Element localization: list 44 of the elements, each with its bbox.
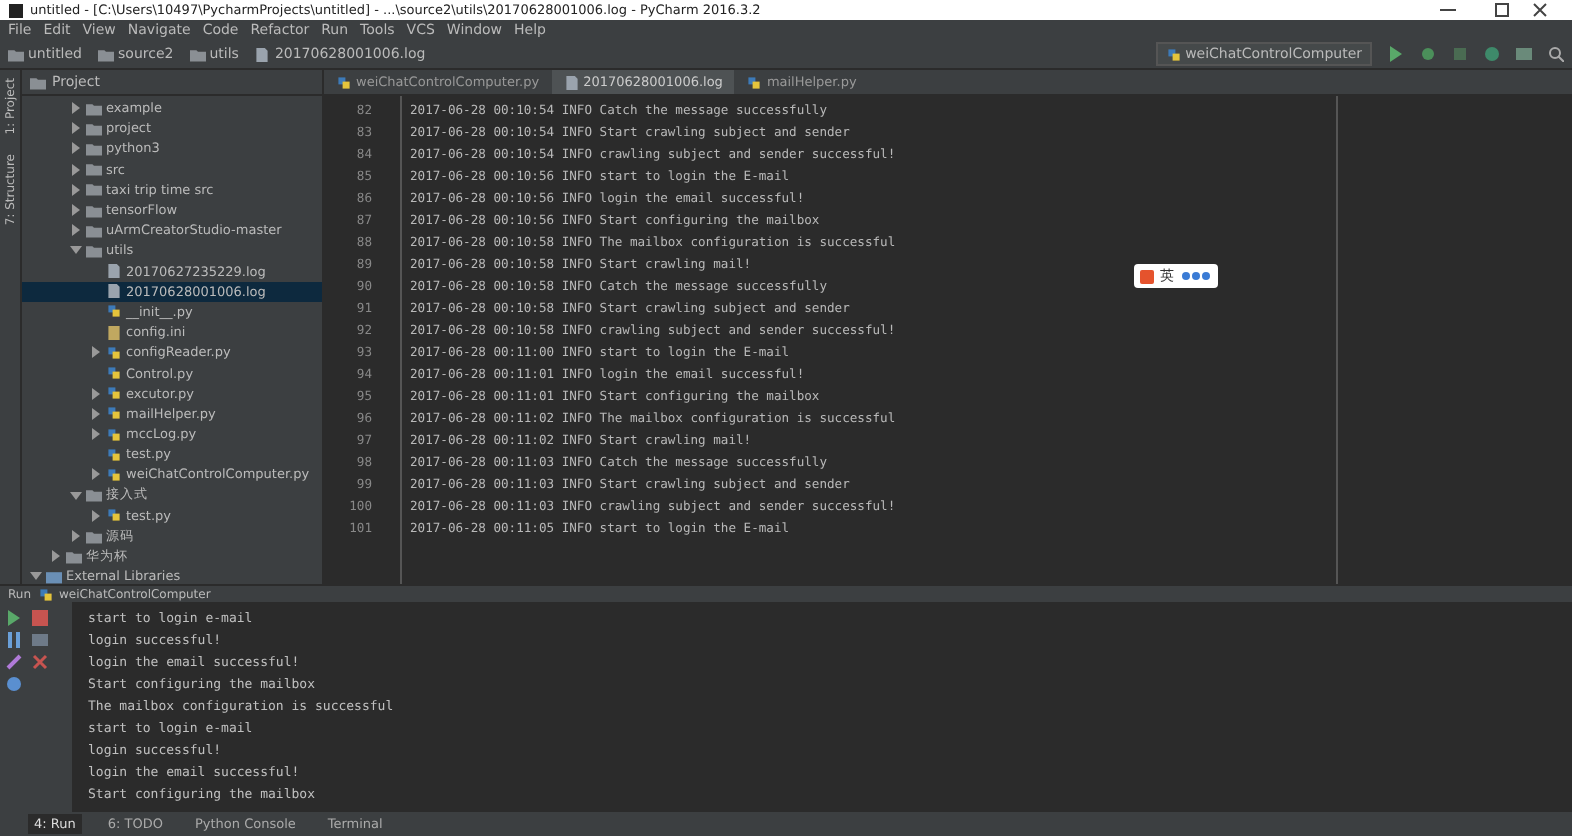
collapse-arrow-icon[interactable] <box>70 204 82 217</box>
collapse-arrow-icon[interactable] <box>90 468 102 481</box>
config-file-icon <box>106 325 122 340</box>
expand-arrow-icon[interactable] <box>70 244 82 257</box>
expand-arrow-icon[interactable] <box>30 570 42 583</box>
debug-icon[interactable] <box>1420 46 1436 62</box>
search-icon[interactable] <box>1548 46 1564 62</box>
restore-icon[interactable] <box>1494 2 1510 18</box>
collapse-arrow-icon[interactable] <box>70 183 82 196</box>
collapse-arrow-icon[interactable] <box>70 163 82 176</box>
python-file-icon <box>1165 47 1182 61</box>
structure-icon[interactable] <box>1516 46 1532 62</box>
python-file-icon <box>746 75 763 89</box>
folder-icon <box>98 47 115 61</box>
folder-icon <box>86 488 102 503</box>
app-icon <box>8 3 24 17</box>
pause-icon[interactable] <box>4 632 24 648</box>
stop-icon[interactable] <box>30 610 50 626</box>
file-icon <box>563 75 580 89</box>
help-icon[interactable] <box>4 676 24 692</box>
collapse-arrow-icon[interactable] <box>90 346 102 359</box>
collapse-arrow-icon[interactable] <box>90 387 102 400</box>
python-file-icon <box>37 587 54 601</box>
expand-arrow-icon[interactable] <box>70 489 82 502</box>
folder-icon <box>189 47 206 61</box>
collapse-arrow-icon[interactable] <box>70 102 82 115</box>
collapse-arrow-icon[interactable] <box>50 550 62 563</box>
ime-logo-icon <box>1140 269 1154 283</box>
file-icon <box>254 47 271 61</box>
python-file-icon <box>336 75 352 89</box>
collapse-arrow-icon[interactable] <box>70 122 82 135</box>
collapse-arrow-icon[interactable] <box>90 428 102 441</box>
sync-icon[interactable] <box>1484 46 1500 62</box>
collapse-arrow-icon[interactable] <box>90 407 102 420</box>
collapse-arrow-icon[interactable] <box>70 530 82 543</box>
ime-tools-icon <box>1180 270 1212 282</box>
collapse-arrow-icon[interactable] <box>70 142 82 155</box>
rerun-icon[interactable] <box>4 610 24 626</box>
library-icon <box>46 569 62 584</box>
python-file-icon <box>106 508 122 523</box>
run-icon[interactable] <box>1388 46 1404 62</box>
python-file-icon <box>106 304 122 319</box>
collapse-arrow-icon[interactable] <box>70 224 82 237</box>
collapse-arrow-icon[interactable] <box>90 509 102 522</box>
